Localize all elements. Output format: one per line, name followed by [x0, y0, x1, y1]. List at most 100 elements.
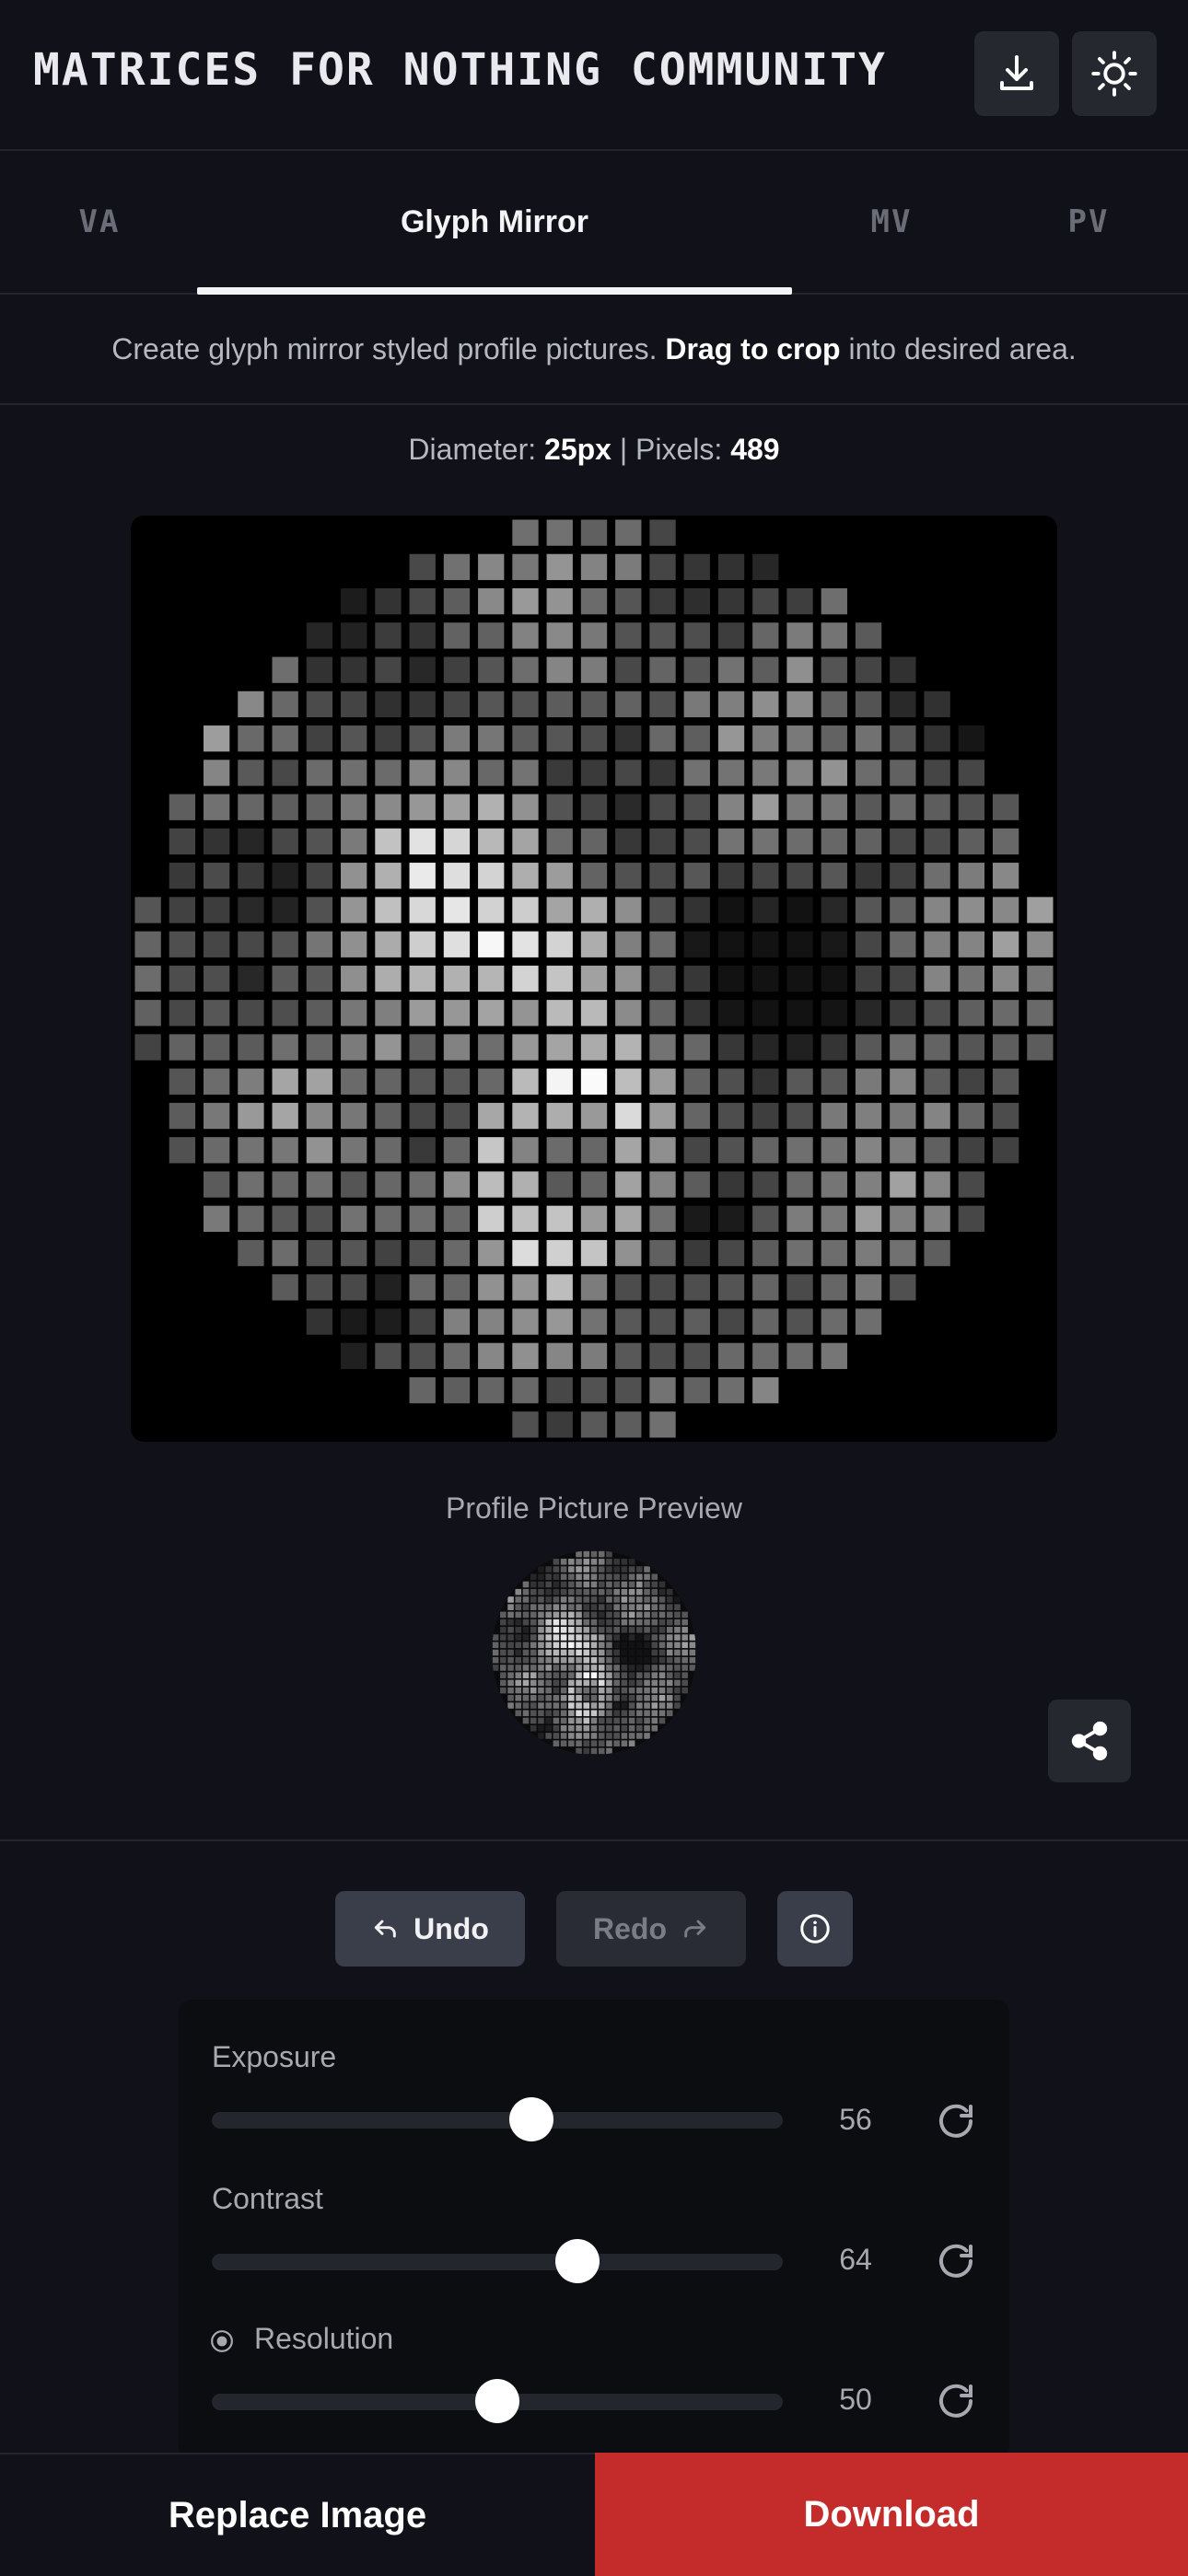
glyph-pixel [890, 1000, 916, 1027]
glyph-pixel [443, 690, 471, 718]
glyph-pixel [606, 1588, 612, 1595]
glyph-pixel [538, 1710, 544, 1717]
mode-tabs: VA Glyph Mirror MV PV [0, 151, 1188, 295]
glyph-pixel [924, 931, 950, 957]
glyph-pixel [590, 1687, 598, 1694]
reset-contrast-icon[interactable] [934, 2239, 978, 2283]
glyph-pixel [538, 1611, 544, 1619]
glyph-pixel [613, 1733, 620, 1739]
glyph-pixel [674, 1604, 681, 1610]
glyph-pixel [658, 1604, 666, 1610]
glyph-pixel [644, 1566, 650, 1572]
exposure-slider[interactable] [212, 2097, 783, 2141]
exposure-slider-thumb[interactable] [509, 2097, 554, 2141]
glyph-pixel [515, 1710, 522, 1717]
glyph-pixel [636, 1710, 643, 1717]
glyph-pixel [683, 1137, 710, 1164]
glyph-pixel [546, 1239, 573, 1267]
download-app-button[interactable] [974, 31, 1059, 116]
glyph-pixel [590, 1581, 598, 1588]
glyph-pixel [522, 1656, 530, 1664]
glyph-pixel [546, 1102, 573, 1130]
glyph-pixel [443, 965, 471, 992]
resolution-slider-thumb[interactable] [475, 2379, 519, 2423]
glyph-pixel [545, 1665, 552, 1671]
glyph-pixel [538, 1665, 544, 1671]
resolution-radio-icon[interactable] [210, 2329, 234, 2353]
glyph-pixel [666, 1702, 673, 1709]
tab-glyph-mirror[interactable]: Glyph Mirror [197, 151, 792, 293]
glyph-pixel [515, 1687, 522, 1694]
glyph-pixel [649, 656, 676, 683]
glyph-pixel [674, 1702, 681, 1709]
reset-exposure-icon[interactable] [934, 2099, 978, 2143]
glyph-pixel [530, 1687, 537, 1694]
glyph-pixel [515, 1604, 522, 1610]
info-button[interactable] [777, 1891, 853, 1967]
tab-mv[interactable]: MV [847, 151, 936, 293]
glyph-matrix[interactable] [131, 516, 1057, 1442]
glyph-pixel [238, 1034, 264, 1061]
glyph-pixel [203, 897, 230, 923]
glyph-pixel [568, 1627, 575, 1633]
glyph-pixel [606, 1559, 612, 1565]
glyph-pixel [583, 1627, 590, 1633]
glyph-pixel [306, 828, 333, 855]
glyph-pixel [238, 760, 264, 786]
undo-button[interactable]: Undo [335, 1891, 525, 1967]
glyph-pixel [341, 622, 367, 649]
glyph-pixel [598, 1740, 605, 1746]
glyph-pixel [821, 690, 847, 718]
glyph-pixel [409, 1342, 436, 1370]
glyph-pixel [786, 794, 813, 820]
glyph-pixel [786, 1205, 813, 1232]
glyph-pixel [568, 1717, 575, 1724]
share-button[interactable] [1048, 1700, 1131, 1782]
glyph-pixel [169, 1068, 196, 1095]
glyph-pixel [545, 1687, 552, 1694]
glyph-pixel [649, 1274, 676, 1301]
glyph-pixel [500, 1642, 507, 1649]
glyph-pixel [553, 1733, 560, 1739]
diameter-value: 25px [544, 433, 611, 466]
glyph-pixel [375, 1239, 402, 1267]
glyph-pixel [580, 1411, 608, 1438]
glyph-pixel [341, 1239, 367, 1267]
download-button[interactable]: Download [595, 2453, 1188, 2576]
glyph-pixel [272, 863, 298, 889]
glyph-pixel [478, 1137, 505, 1164]
glyph-pixel [598, 1656, 605, 1664]
glyph-pixel [500, 1687, 507, 1694]
glyph-pixel [203, 794, 230, 820]
glyph-pixel [409, 1274, 436, 1301]
glyph-crop-canvas[interactable] [131, 516, 1057, 1442]
glyph-pixel [580, 760, 608, 786]
tab-va[interactable]: VA [55, 151, 144, 293]
resolution-slider[interactable] [212, 2379, 783, 2423]
contrast-slider-thumb[interactable] [554, 2239, 600, 2283]
glyph-pixel [538, 1702, 544, 1709]
glyph-pixel [375, 725, 402, 752]
redo-button[interactable]: Redo [556, 1891, 746, 1967]
contrast-slider[interactable] [212, 2239, 783, 2283]
glyph-pixel [752, 1274, 779, 1301]
glyph-pixel [553, 1717, 560, 1724]
glyph-pixel [545, 1656, 552, 1664]
reset-resolution-icon[interactable] [934, 2379, 978, 2423]
glyph-pixel [530, 1611, 537, 1619]
glyph-pixel [649, 1137, 676, 1164]
theme-toggle-button[interactable] [1072, 31, 1157, 116]
glyph-pixel [478, 1342, 505, 1370]
glyph-pixel [546, 897, 573, 923]
glyph-pixel [590, 1695, 598, 1701]
replace-image-button[interactable]: Replace Image [0, 2453, 595, 2576]
glyph-pixel [530, 1596, 537, 1603]
glyph-pixel [890, 828, 916, 855]
glyph-pixel [515, 1611, 522, 1619]
glyph-pixel [560, 1619, 567, 1626]
glyph-pixel [545, 1642, 552, 1649]
glyph-pixel [590, 1604, 598, 1610]
tab-pv[interactable]: PV [1044, 151, 1133, 293]
glyph-pixel [590, 1566, 598, 1572]
glyph-pixel [821, 1239, 847, 1267]
